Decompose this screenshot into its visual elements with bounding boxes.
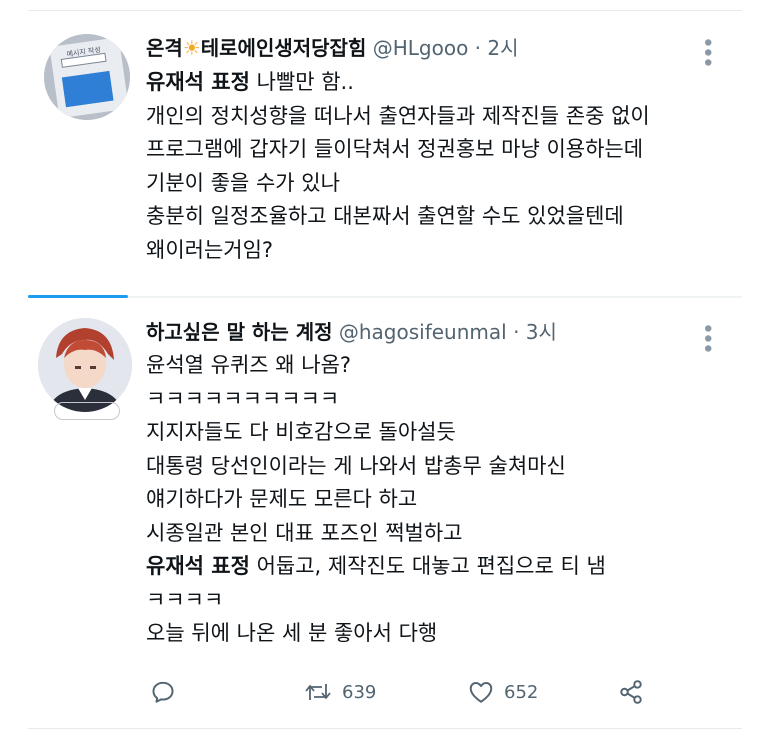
tweet-2[interactable]: 하고싶은 말 하는 계정 @hagosifeunmal · 3시 ••• 윤석열…	[28, 298, 742, 728]
tweet-line: 지지자들도 다 비호감으로 돌아설듯	[146, 420, 456, 444]
tweet-text: 윤석열 유퀴즈 왜 나옴? ㅋㅋㅋㅋㅋㅋㅋㅋㅋㅋ 지지자들도 다 비호감으로 돌…	[146, 349, 606, 651]
more-options-icon[interactable]: •••	[694, 36, 719, 66]
more-options-icon[interactable]: •••	[694, 322, 719, 352]
separator-dot: ·	[513, 320, 520, 344]
bottom-divider	[28, 728, 742, 729]
tweet-text: 유재석 표정 나빨만 함.. 개인의 정치성향을 떠나서 출연자들과 제작진들 …	[146, 66, 650, 267]
display-name[interactable]: 온격☀테로에인생저당잡힘	[146, 36, 366, 60]
timestamp[interactable]: 3시	[526, 320, 557, 344]
retweet-button[interactable]: 639	[304, 672, 376, 712]
tweet-line: 왜이러는거임?	[146, 237, 274, 262]
tweet-line: 기분이 좋을 수가 있나	[146, 170, 340, 195]
reply-icon	[152, 681, 174, 703]
tweet-line: 프로그램에 갑자기 들이닥쳐서 정권홍보 마냥 이용하는데	[146, 137, 644, 161]
heart-icon	[469, 682, 493, 703]
tweet-line: 유재석 표정 나빨만 함..	[146, 70, 354, 94]
tweet-line: ㅋㅋㅋㅋ	[146, 587, 224, 612]
avatar-image: 메시지 작성	[44, 34, 130, 120]
like-button[interactable]: 652	[468, 672, 538, 712]
avatar-image	[38, 318, 132, 412]
handle[interactable]: @HLgooo	[373, 36, 469, 60]
tweet-line: 얘기하다가 문제도 모른다 하고	[146, 487, 418, 511]
tweet-line: 오늘 뒤에 나온 세 분 좋아서 다행	[146, 621, 438, 645]
tweet-header: 온격☀테로에인생저당잡힘 @HLgooo · 2시	[146, 34, 519, 62]
share-button[interactable]	[618, 672, 644, 712]
share-icon	[620, 680, 642, 704]
avatar[interactable]: 메시지 작성	[44, 34, 130, 120]
tweet-1[interactable]: 메시지 작성 온격☀테로에인생저당잡힘 @HLgooo · 2시 ••• 유재석…	[28, 0, 742, 296]
tweet-actions: 639 652	[146, 672, 666, 712]
tweet-line: 대통령 당선인이라는 게 나와서 밥총무 술쳐마신	[146, 453, 566, 478]
sun-emoji: ☀	[182, 36, 201, 60]
like-count: 652	[504, 681, 539, 703]
reply-button[interactable]	[150, 672, 176, 712]
handle[interactable]: @hagosifeunmal	[339, 320, 507, 344]
tweet-line: 충분히 일정조율하고 대본짜서 출연할 수도 있었을텐데	[146, 204, 624, 228]
tweet-line: ㅋㅋㅋㅋㅋㅋㅋㅋㅋㅋ	[146, 386, 340, 411]
retweet-count: 639	[342, 681, 377, 703]
display-name[interactable]: 하고싶은 말 하는 계정	[146, 320, 333, 344]
retweet-icon	[305, 684, 331, 700]
tweet-line: 윤석열 유퀴즈 왜 나옴?	[146, 353, 352, 377]
tweet-header: 하고싶은 말 하는 계정 @hagosifeunmal · 3시	[146, 318, 557, 346]
timestamp[interactable]: 2시	[487, 36, 518, 60]
tweet-line: 시종일관 본인 대표 포즈인 쩍벌하고	[146, 520, 463, 545]
avatar[interactable]	[38, 318, 132, 412]
avatar-caption-badge	[54, 402, 120, 420]
separator-dot: ·	[474, 36, 482, 60]
tweet-line: 유재석 표정 어둡고, 제작진도 대놓고 편집으로 티 냄	[146, 554, 606, 578]
tweet-line: 개인의 정치성향을 떠나서 출연자들과 제작진들 존중 없이	[146, 103, 650, 128]
